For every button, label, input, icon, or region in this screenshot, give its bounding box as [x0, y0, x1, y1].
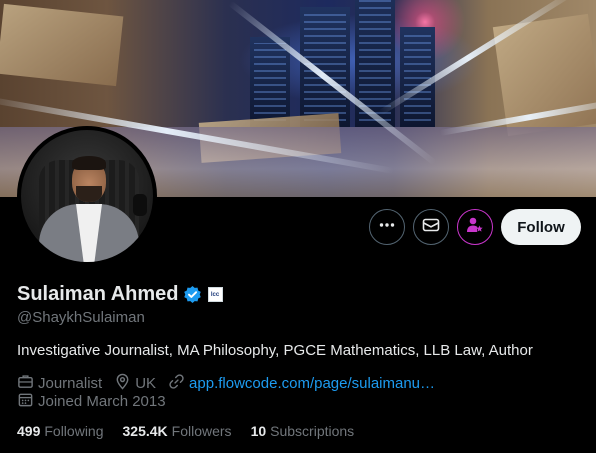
subscriptions-link[interactable]: 10 Subscriptions — [251, 423, 355, 439]
profile-avatar[interactable] — [17, 126, 157, 266]
more-icon — [378, 216, 396, 239]
following-link[interactable]: 499 Following — [17, 423, 104, 439]
website-item[interactable]: app.flowcode.com/page/sulaimanu… — [168, 373, 435, 394]
display-name: Sulaiman Ahmed — [17, 283, 179, 305]
profile-stats: 499 Following 325.4K Followers 10 Subscr… — [17, 423, 373, 439]
name-row: Sulaiman Ahmed lcc — [17, 283, 223, 306]
more-button[interactable] — [369, 209, 405, 245]
category-text: Journalist — [38, 375, 103, 392]
banner-manuscript — [0, 3, 124, 87]
joined-item: Joined March 2013 — [17, 391, 166, 412]
avatar-beard — [76, 186, 102, 202]
subscribe-button[interactable] — [457, 209, 493, 245]
followers-label: Followers — [171, 423, 232, 439]
profile-joined-row: Joined March 2013 — [17, 391, 178, 412]
following-label: Following — [44, 423, 104, 439]
avatar-hair — [72, 156, 106, 170]
followers-count: 325.4K — [122, 423, 168, 439]
location-text: UK — [135, 375, 157, 392]
follow-button[interactable]: Follow — [501, 209, 581, 245]
verified-badge-icon[interactable] — [183, 285, 202, 304]
joined-text: Joined March 2013 — [38, 393, 166, 410]
followers-link[interactable]: 325.4K Followers — [123, 423, 232, 439]
banner-building — [250, 37, 290, 127]
user-handle: @ShaykhSulaiman — [17, 309, 145, 326]
profile-bio: Investigative Journalist, MA Philosophy,… — [17, 342, 533, 359]
website-link[interactable]: app.flowcode.com/page/sulaimanu… — [189, 375, 435, 392]
message-button[interactable] — [413, 209, 449, 245]
subscriptions-label: Subscriptions — [270, 423, 355, 439]
calendar-icon — [17, 391, 38, 412]
subscriptions-count: 10 — [250, 423, 267, 439]
affiliation-badge[interactable]: lcc — [207, 287, 223, 302]
envelope-icon — [422, 216, 440, 239]
person-star-icon — [466, 216, 484, 239]
avatar-microphone — [133, 194, 147, 216]
following-count: 499 — [17, 423, 41, 439]
